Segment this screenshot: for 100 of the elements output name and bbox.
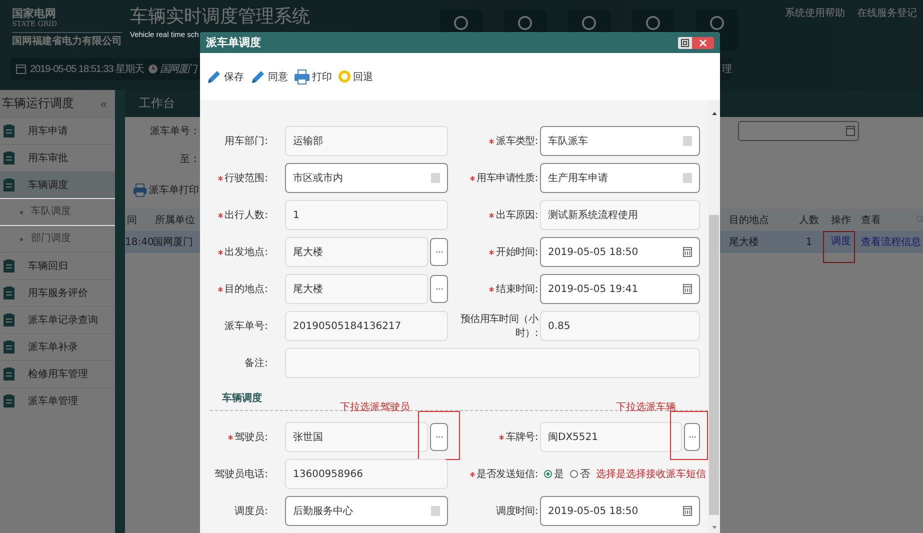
header-link[interactable]: 系统使用帮助: [785, 6, 845, 20]
column-header: 查看: [861, 214, 882, 227]
text-field[interactable]: 20190505184136217: [285, 311, 448, 341]
column-header: 所属单位: [154, 214, 196, 227]
dropdown-field[interactable]: 后勤服务中心: [285, 496, 448, 526]
calendar-icon: [16, 64, 26, 74]
column-header: 人数: [798, 214, 820, 227]
browse-button[interactable]: [684, 423, 700, 451]
clipboard-icon: [3, 313, 15, 327]
dropdown-handle-icon: [431, 173, 440, 183]
sidebar-item[interactable]: 用车申请: [0, 117, 115, 144]
text-field[interactable]: 尾大楼: [285, 237, 428, 267]
textarea-field[interactable]: [285, 348, 700, 378]
field-label: 备注:: [244, 356, 268, 370]
field-label: 预估用车时间（小时）:: [459, 312, 538, 340]
sidebar-item[interactable]: 用车服务评价: [0, 279, 115, 306]
toolbar-button[interactable]: 回退: [338, 70, 373, 84]
sidebar-title: 车辆运行调度: [2, 95, 74, 112]
field-label: 调度员:: [234, 504, 268, 518]
printer-icon: [133, 183, 147, 197]
nav-icon: [710, 16, 724, 30]
bullet-icon: [20, 210, 23, 214]
field-label: 派车单号:: [224, 320, 268, 333]
scroll-down-icon[interactable]: [712, 526, 717, 529]
date-field[interactable]: 2019-05-05 18:50: [540, 496, 700, 526]
column-header: 目的地点: [728, 214, 770, 227]
field-label: 驾驶员:: [234, 430, 268, 444]
date-field[interactable]: [738, 121, 859, 141]
company-name: 国网福建省电力有限公司: [12, 36, 122, 47]
table-cell-text: 尾大楼: [728, 236, 760, 249]
calendar-icon: [683, 284, 692, 294]
clipboard-icon: [3, 394, 15, 408]
filter-label: 派车单号：: [149, 124, 200, 138]
text-field[interactable]: 闽DX5521: [540, 422, 682, 452]
sidebar-item[interactable]: 派车单记录查询: [0, 306, 115, 333]
text-field[interactable]: 1: [285, 200, 448, 230]
maximize-button[interactable]: [678, 36, 692, 48]
unit-name: 国网厦门: [160, 62, 196, 76]
section-title: 车辆调度: [222, 391, 262, 404]
clock-icon: [148, 64, 158, 74]
dropdown-field[interactable]: 市区或市内: [285, 163, 448, 193]
text-field[interactable]: 0.85: [540, 311, 700, 341]
text-field[interactable]: 测试新系统流程使用: [540, 200, 700, 230]
table-cell-text: 国网厦门: [153, 236, 194, 249]
dropdown-field[interactable]: 生产用车申请: [540, 163, 700, 193]
brand-name: 国家电网: [12, 8, 57, 20]
dialog-title: 派车单调度: [206, 35, 261, 50]
sidebar-item[interactable]: 派车单补录: [0, 333, 115, 360]
toolbar-button[interactable]: 打印: [294, 68, 332, 84]
dropdown-handle-icon: [683, 173, 692, 183]
text-field[interactable]: 尾大楼: [285, 274, 428, 304]
dropdown-field[interactable]: 车队派车: [540, 126, 700, 156]
table-cell: 18:40: [125, 236, 151, 248]
clipboard-icon: [3, 286, 15, 300]
pencil-icon: [250, 68, 266, 84]
printer-icon: [294, 68, 310, 84]
dropdown-handle-icon: [431, 506, 440, 516]
radio-option[interactable]: 否: [570, 467, 590, 481]
browse-button[interactable]: [430, 423, 448, 451]
close-button[interactable]: [692, 36, 714, 48]
annotation-text: 下拉选派驾驶员: [340, 400, 410, 414]
sidebar-item[interactable]: 车辆回归: [0, 252, 115, 279]
menu-item[interactable]: 理: [722, 62, 732, 76]
annotation-text: 选择是选择接收派车短信: [596, 468, 706, 481]
toolbar-button[interactable]: 保存: [206, 68, 244, 84]
scroll-up-icon[interactable]: [712, 112, 717, 115]
filter-label: 至：: [179, 153, 200, 166]
text-field[interactable]: 13600958966: [285, 459, 448, 489]
calendar-icon: [846, 126, 855, 136]
toolbar-button[interactable]: 同意: [250, 68, 288, 84]
text-field[interactable]: 张世国: [285, 422, 428, 452]
field-label: 调度时间:: [496, 504, 538, 518]
print-button[interactable]: 派车单打印: [133, 183, 199, 197]
date-field[interactable]: 2019-05-05 18:50: [540, 237, 700, 267]
calendar-icon: [683, 247, 692, 257]
field-label: 用车申请性质:: [476, 172, 538, 185]
date-field[interactable]: 2019-05-05 19:41: [540, 274, 700, 304]
app-title: 车辆实时调度管理系统: [130, 6, 311, 28]
bullet-icon: [20, 238, 23, 240]
field-label: 目的地点:: [224, 282, 268, 296]
clipboard-icon: [3, 367, 15, 381]
field-label: 出行人数:: [224, 208, 268, 222]
scroll-thumb[interactable]: [709, 215, 719, 515]
column-header: 间: [126, 214, 138, 227]
scrollbar[interactable]: [708, 100, 720, 533]
header-link[interactable]: 在线服务登记: [857, 6, 917, 20]
sidebar-item[interactable]: 检修用车管理: [0, 360, 115, 387]
nav-icon: [454, 16, 468, 30]
browse-button[interactable]: [430, 238, 448, 266]
sidebar-item[interactable]: 派车单管理: [0, 387, 115, 414]
column-header: 操作: [830, 214, 852, 227]
radio-option[interactable]: 是: [544, 467, 564, 481]
nav-icon: [646, 16, 660, 30]
maximize-icon: [681, 38, 689, 46]
text-field[interactable]: 运输部: [285, 126, 448, 156]
calendar-icon: [683, 506, 692, 516]
table-cell-text: 1: [804, 236, 814, 248]
annotation-text: 下拉选派车辆: [616, 400, 676, 414]
browse-button[interactable]: [430, 275, 448, 303]
close-icon: [699, 38, 707, 46]
